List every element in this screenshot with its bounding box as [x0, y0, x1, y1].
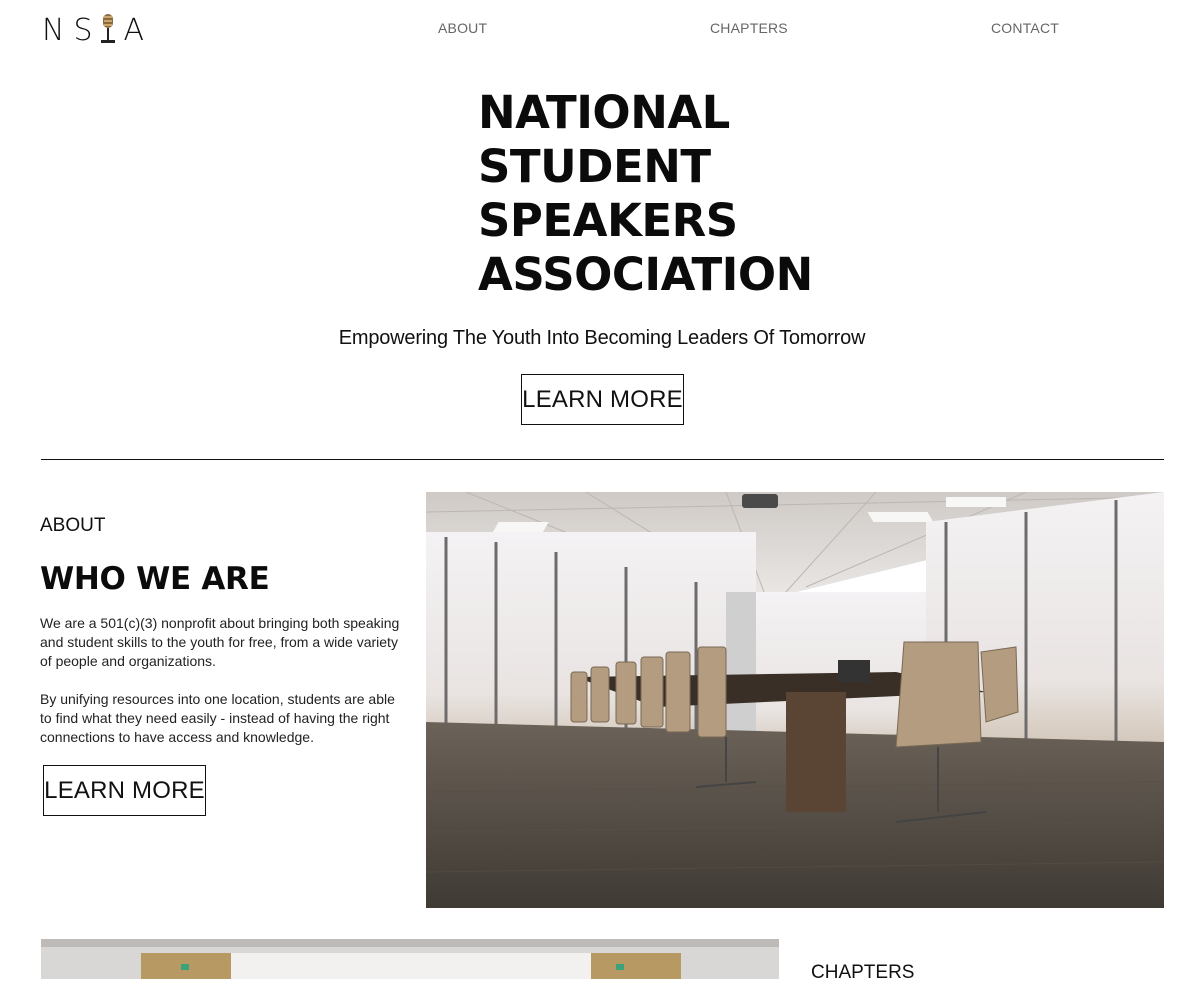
- about-learn-more-button[interactable]: LEARN MORE: [43, 765, 206, 816]
- microphone-icon: [99, 13, 117, 47]
- speaker-event-image: [41, 939, 779, 979]
- hero-title-line: STUDENT: [478, 140, 711, 193]
- about-paragraph: We are a 501(c)(3) nonprofit about bring…: [40, 615, 400, 669]
- nav-link-contact[interactable]: CONTACT: [991, 20, 1059, 36]
- nav-link-about[interactable]: ABOUT: [438, 20, 487, 36]
- conference-room-image: [426, 492, 1164, 908]
- nav-link-chapters[interactable]: CHAPTERS: [710, 20, 788, 36]
- logo-text-right: A: [123, 12, 154, 48]
- about-paragraph: By unifying resources into one location,…: [40, 691, 395, 745]
- site-logo[interactable]: NS A: [42, 10, 153, 50]
- hero-title-line: ASSOCIATION: [478, 248, 813, 301]
- hero-title-line: NATIONAL: [478, 86, 730, 139]
- section-divider: [41, 459, 1164, 460]
- about-heading: WHO WE ARE: [40, 561, 270, 597]
- hero-title-line: SPEAKERS: [478, 194, 738, 247]
- chapters-section-label: CHAPTERS: [811, 962, 915, 983]
- about-section-label: ABOUT: [40, 515, 106, 536]
- hero-title: NATIONAL STUDENT SPEAKERS ASSOCIATION: [478, 86, 813, 302]
- logo-text-left: NS: [42, 12, 102, 48]
- hero-tagline: Empowering The Youth Into Becoming Leade…: [338, 327, 866, 349]
- hero-learn-more-button[interactable]: LEARN MORE: [521, 374, 684, 425]
